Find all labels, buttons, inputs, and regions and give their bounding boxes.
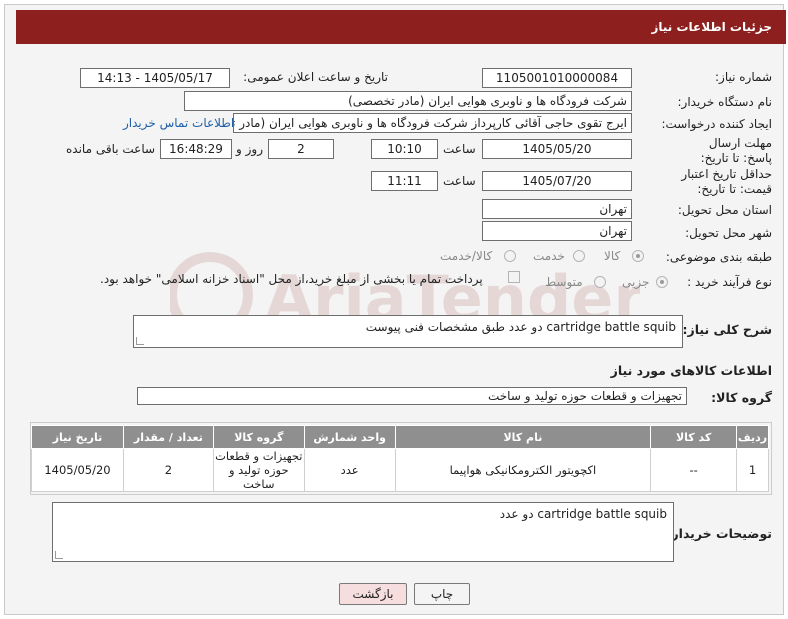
cell-qty: 2 bbox=[122, 448, 214, 492]
contact-buyer-link[interactable]: اطلاعات تماس خریدار bbox=[123, 116, 234, 130]
goods-group-label: گروه کالا: bbox=[711, 390, 772, 405]
remaining-time-field[interactable]: 16:48:29 bbox=[160, 139, 232, 159]
province-label: استان محل تحویل: bbox=[677, 203, 772, 217]
buyer-notes-label: توضیحات خریدار: bbox=[666, 526, 772, 541]
buyer-field[interactable]: شرکت فرودگاه ها و ناوبری هوایی ایران (ما… bbox=[184, 91, 632, 111]
category-radio-goods[interactable] bbox=[632, 250, 644, 262]
goods-section-title: اطلاعات کالاهای مورد نیاز bbox=[610, 363, 772, 378]
col-header-qty: تعداد / مقدار bbox=[122, 425, 214, 449]
cell-row: 1 bbox=[736, 448, 769, 492]
goods-table-container: ردیف کد کالا نام کالا واحد شمارش گروه کا… bbox=[30, 422, 772, 495]
cell-name: اکچویتور الکترومکانیکی هواپیما bbox=[394, 448, 652, 492]
description-text: cartridge battle squib دو عدد طبق مشخصات… bbox=[365, 320, 676, 334]
print-button[interactable]: چاپ bbox=[414, 583, 470, 605]
description-label: شرح کلی نیاز: bbox=[682, 322, 772, 337]
category-radio-goods-service[interactable] bbox=[504, 250, 516, 262]
goods-table-header-row: ردیف کد کالا نام کالا واحد شمارش گروه کا… bbox=[31, 425, 769, 449]
treasury-payment-text: پرداخت تمام یا بخشی از مبلغ خرید،از محل … bbox=[100, 272, 483, 286]
table-row[interactable]: 1 -- اکچویتور الکترومکانیکی هواپیما عدد … bbox=[31, 448, 769, 492]
resize-grip[interactable] bbox=[136, 337, 144, 345]
announce-label: تاریخ و ساعت اعلان عمومی: bbox=[243, 70, 388, 84]
treasury-payment-checkbox[interactable] bbox=[508, 271, 520, 283]
category-option-goods: کالا bbox=[604, 249, 621, 263]
description-textarea[interactable]: cartridge battle squib دو عدد طبق مشخصات… bbox=[133, 315, 683, 348]
need-number-label: شماره نیاز: bbox=[715, 70, 772, 84]
resize-grip[interactable] bbox=[55, 551, 63, 559]
cell-date: 1405/05/20 bbox=[31, 448, 124, 492]
deadline-time-field[interactable]: 10:10 bbox=[371, 139, 438, 159]
col-header-code: کد کالا bbox=[650, 425, 738, 449]
back-button[interactable]: بازگشت bbox=[339, 583, 407, 605]
deadline-label: مهلت ارسال پاسخ: تا تاریخ: bbox=[700, 136, 772, 165]
cell-code: -- bbox=[650, 448, 738, 492]
col-header-name: نام کالا bbox=[394, 425, 652, 449]
col-header-group: گروه کالا bbox=[212, 425, 305, 449]
buyer-notes-textarea[interactable]: cartridge battle squib دو عدد bbox=[52, 502, 674, 562]
category-option-service: خدمت bbox=[533, 249, 565, 263]
process-radio-minor[interactable] bbox=[656, 276, 668, 288]
deadline-date-field[interactable]: 1405/05/20 bbox=[482, 139, 632, 159]
buyer-notes-text: cartridge battle squib دو عدد bbox=[499, 507, 667, 521]
price-validity-time-label: ساعت bbox=[443, 174, 476, 188]
creator-label: ایجاد کننده درخواست: bbox=[661, 117, 772, 131]
process-option-medium: متوسط bbox=[545, 275, 583, 289]
col-header-date: تاریخ نیاز bbox=[31, 425, 124, 449]
creator-field[interactable]: ایرج تقوی حاجی آقائی کارپرداز شرکت فرودگ… bbox=[233, 113, 632, 133]
price-validity-date-field[interactable]: 1405/07/20 bbox=[482, 171, 632, 191]
price-validity-time-field[interactable]: 11:11 bbox=[371, 171, 438, 191]
process-label: نوع فرآیند خرید : bbox=[687, 275, 772, 289]
price-validity-label: حداقل تاریخ اعتبار قیمت: تا تاریخ: bbox=[681, 167, 772, 196]
remaining-label: ساعت باقی مانده bbox=[66, 142, 156, 156]
col-header-row: ردیف bbox=[736, 425, 769, 449]
city-label: شهر محل تحویل: bbox=[685, 226, 772, 240]
cell-group: تجهیزات و قطعات حوزه تولید و ساخت bbox=[212, 448, 305, 492]
days-label: روز و bbox=[236, 142, 263, 156]
announce-field[interactable]: 1405/05/17 - 14:13 bbox=[80, 68, 230, 88]
category-option-goods-service: کالا/خدمت bbox=[440, 249, 493, 263]
category-label: طبقه بندی موضوعی: bbox=[665, 250, 772, 264]
col-header-unit: واحد شمارش bbox=[303, 425, 396, 449]
deadline-time-label: ساعت bbox=[443, 142, 476, 156]
cell-unit: عدد bbox=[303, 448, 396, 492]
goods-table: ردیف کد کالا نام کالا واحد شمارش گروه کا… bbox=[31, 425, 769, 492]
city-field[interactable]: تهران bbox=[482, 221, 632, 241]
need-number-field[interactable]: 1105001010000084 bbox=[482, 68, 632, 88]
window-title: جزئیات اطلاعات نیاز bbox=[651, 20, 772, 34]
process-option-minor: جزیی bbox=[622, 275, 650, 289]
goods-group-field[interactable]: تجهیزات و قطعات حوزه تولید و ساخت bbox=[137, 387, 687, 405]
buyer-label: نام دستگاه خریدار: bbox=[677, 95, 773, 109]
category-radio-service[interactable] bbox=[573, 250, 585, 262]
days-remaining-field[interactable]: 2 bbox=[268, 139, 334, 159]
window-title-bar: جزئیات اطلاعات نیاز bbox=[16, 10, 786, 44]
process-radio-medium[interactable] bbox=[594, 276, 606, 288]
province-field[interactable]: تهران bbox=[482, 199, 632, 219]
